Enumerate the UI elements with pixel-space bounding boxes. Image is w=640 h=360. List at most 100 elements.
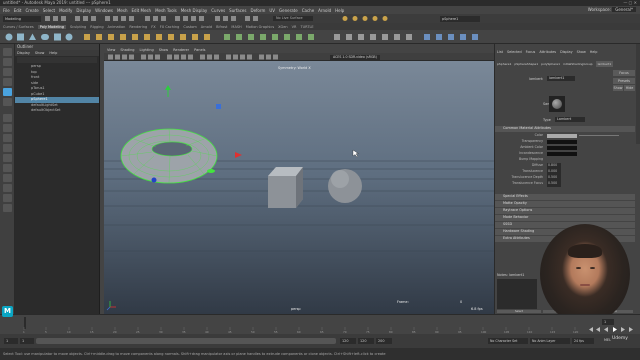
- perspective-viewport[interactable]: Symmetry: World X persp Frame: 0 6.8 fps: [104, 61, 494, 314]
- menu-generate[interactable]: Generate: [279, 8, 298, 13]
- layout-four-icon[interactable]: [3, 124, 12, 132]
- paint-select-tool-icon[interactable]: [3, 68, 12, 76]
- playback-controls[interactable]: [588, 326, 638, 333]
- shelf-tab-curves-surfaces[interactable]: Curves / Surfaces: [3, 25, 34, 29]
- workspace-selector[interactable]: Workspace: General*: [588, 7, 636, 12]
- ae-tab-psphereshape1[interactable]: pSphereShape1: [514, 61, 538, 67]
- ae-tab-lambert1[interactable]: lambert1: [595, 61, 614, 67]
- transparency-swatch[interactable]: [547, 140, 577, 144]
- notes-textarea[interactable]: [497, 279, 537, 309]
- outliner-item-defaultobjectset[interactable]: defaultObjectSet: [15, 108, 99, 114]
- scale-tool-icon[interactable]: [3, 98, 12, 106]
- layout-graph-icon[interactable]: [3, 154, 12, 162]
- shelf-tab-custom[interactable]: Custom: [183, 25, 196, 29]
- diffuse-value[interactable]: 0.800: [547, 163, 561, 169]
- menu-mesh-tools[interactable]: Mesh Tools: [155, 8, 177, 13]
- menu-modify[interactable]: Modify: [59, 8, 72, 13]
- layout-outliner-icon[interactable]: [3, 144, 12, 152]
- viewport-toolbar-icons[interactable]: [108, 54, 328, 60]
- menu-surfaces[interactable]: Surfaces: [229, 8, 246, 13]
- shelf-tab-vr[interactable]: VR: [292, 25, 297, 29]
- section-special-effects[interactable]: Special Effects: [495, 194, 635, 200]
- torus-object[interactable]: [120, 128, 218, 184]
- color-swatch[interactable]: [547, 134, 577, 138]
- ae-menu-focus[interactable]: Focus: [526, 50, 536, 54]
- menu-deform[interactable]: Deform: [250, 8, 265, 13]
- range-end-field[interactable]: 120: [358, 338, 374, 344]
- viewport-menu-panels[interactable]: Panels: [194, 48, 205, 52]
- incandescence-swatch[interactable]: [547, 152, 577, 156]
- focus-button[interactable]: Focus: [613, 70, 635, 76]
- shelf-tab-fx[interactable]: FX: [151, 25, 155, 29]
- section-matte-opacity[interactable]: Matte Opacity: [495, 201, 635, 207]
- layout-side-icon[interactable]: [3, 134, 12, 142]
- select-tool-icon[interactable]: [3, 48, 12, 56]
- translucence-value[interactable]: 0.000: [547, 169, 561, 175]
- viewport-scene[interactable]: [104, 61, 494, 314]
- section-mode-behavior[interactable]: Mode Behavior: [495, 215, 635, 221]
- shelf-tab-animation[interactable]: Animation: [108, 25, 126, 29]
- ae-tab-polysphere1[interactable]: polySphere1: [541, 61, 560, 67]
- ae-menu-show[interactable]: Show: [577, 50, 586, 54]
- mode-dropdown[interactable]: Modeling: [3, 15, 41, 22]
- shelf-tab-poly-modeling[interactable]: Poly Modeling: [37, 24, 66, 29]
- shelf-tab-bifrost[interactable]: Bifrost: [216, 25, 227, 29]
- ae-tab-psphere1[interactable]: pSphere1: [497, 61, 511, 67]
- status-line-icons[interactable]: [45, 15, 475, 22]
- outliner-menu-show[interactable]: Show: [35, 50, 44, 56]
- ae-tab-initialshadinggroup[interactable]: initialShadingGroup: [563, 61, 593, 67]
- menu-windows[interactable]: Windows: [95, 8, 113, 13]
- side-tab-strip[interactable]: [636, 44, 640, 144]
- viewport-menu-shading[interactable]: Shading: [120, 48, 134, 52]
- ae-menu-display[interactable]: Display: [560, 50, 573, 54]
- shelf-tab-sculpting[interactable]: Sculpting: [70, 25, 86, 29]
- menu-mesh[interactable]: Mesh: [117, 8, 128, 13]
- layout-custom-icon[interactable]: [3, 174, 12, 182]
- shelf-tab-fx-caching[interactable]: FX Caching: [160, 25, 180, 29]
- menu-create[interactable]: Create: [25, 8, 38, 13]
- type-dropdown[interactable]: Lambert: [555, 117, 585, 122]
- menu-file[interactable]: File: [3, 8, 10, 13]
- outliner-menu-help[interactable]: Help: [49, 50, 57, 56]
- section-raytrace-options[interactable]: Raytrace Options: [495, 208, 635, 214]
- outliner-search-input[interactable]: [17, 57, 97, 63]
- section-common-material-attributes[interactable]: Common Material Attributes: [495, 126, 635, 132]
- range-start-field[interactable]: 1: [4, 338, 18, 344]
- poly-modeling-shelf-icons[interactable]: [4, 32, 634, 42]
- menu-cache[interactable]: Cache: [302, 8, 314, 13]
- menu-select[interactable]: Select: [43, 8, 55, 13]
- time-slider[interactable]: 1 5 10 15 20 25 30 35 40 45 50 55 60 65 …: [0, 314, 640, 334]
- shelf-tab-xgen[interactable]: XGen: [278, 25, 287, 29]
- shelf-tab-mash[interactable]: MASH: [231, 25, 241, 29]
- menu-curves[interactable]: Curves: [211, 8, 225, 13]
- range-max-field[interactable]: 200: [376, 338, 392, 344]
- outliner-menu-display[interactable]: Display: [17, 50, 30, 56]
- layout-uv-icon[interactable]: [3, 194, 12, 202]
- layout-script-icon[interactable]: [3, 184, 12, 192]
- menu-mesh-display[interactable]: Mesh Display: [181, 8, 208, 13]
- shelf-tab-motion-graphics[interactable]: Motion Graphics: [246, 25, 274, 29]
- node-name-field[interactable]: lambert1: [547, 76, 575, 81]
- viewport-menu-show[interactable]: Show: [159, 48, 168, 52]
- menu-help[interactable]: Help: [335, 8, 344, 13]
- object-name-field[interactable]: pSphere1: [440, 15, 480, 22]
- range-end-inner-field[interactable]: 120: [340, 338, 356, 344]
- menu-arnold[interactable]: Arnold: [318, 8, 331, 13]
- anim-layer-dropdown[interactable]: No Anim Layer: [530, 338, 570, 344]
- shelf-tab-arnold[interactable]: Arnold: [201, 25, 212, 29]
- current-frame-field[interactable]: 1: [602, 319, 614, 325]
- mel-label[interactable]: MEL: [604, 338, 611, 342]
- colorspace-dropdown[interactable]: ACES 1.0 SDR-video (sRGB): [330, 54, 380, 60]
- ae-menu-help[interactable]: Help: [590, 50, 598, 54]
- menu-edit-mesh[interactable]: Edit Mesh: [132, 8, 152, 13]
- color-slider[interactable]: [579, 135, 619, 137]
- rotate-tool-icon[interactable]: [3, 88, 12, 96]
- menu-edit[interactable]: Edit: [14, 8, 22, 13]
- sphere-object[interactable]: [328, 169, 362, 203]
- ae-menu-attributes[interactable]: Attributes: [539, 50, 556, 54]
- fps-dropdown[interactable]: 24 fps: [572, 338, 594, 344]
- shelf-tab-turtle[interactable]: TURTLE: [300, 25, 313, 29]
- select-button[interactable]: Select: [497, 310, 541, 313]
- menu-display[interactable]: Display: [76, 8, 91, 13]
- translucence-focus-value[interactable]: 0.500: [547, 181, 561, 187]
